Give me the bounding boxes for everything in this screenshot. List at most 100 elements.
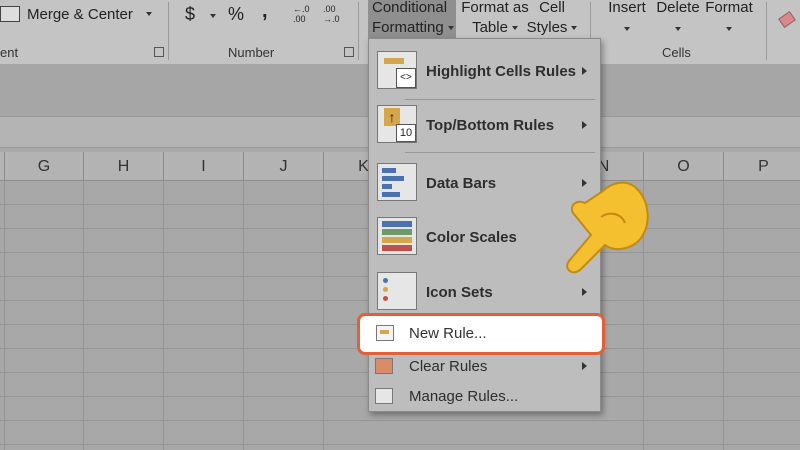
new-rule-icon-bar <box>380 330 389 334</box>
alignment-group-label: ent <box>0 45 19 60</box>
grid-line <box>83 181 84 450</box>
menu-separator <box>405 152 595 153</box>
icon-sets-icon <box>377 272 417 310</box>
cs-label-line2-text: Styles <box>526 19 568 36</box>
insert-button[interactable]: Insert <box>605 0 649 34</box>
merge-dropdown-icon[interactable] <box>146 12 152 16</box>
format-button[interactable]: Format <box>704 0 754 34</box>
fat-label-line1: Format as <box>461 0 529 16</box>
grid-line <box>4 181 5 450</box>
format-as-table-button[interactable]: Format as Table <box>460 0 530 36</box>
column-header-i[interactable]: I <box>164 152 244 180</box>
cf-dropdown-icon <box>447 26 454 31</box>
highlight-cells-label: Highlight Cells Rules <box>426 63 577 80</box>
scale-bar <box>382 221 412 227</box>
top-bottom-icon: ↑ 10 <box>377 105 417 143</box>
cf-label-line2-text: Formatting <box>372 19 444 36</box>
data-bar <box>382 176 404 181</box>
cs-dropdown-icon <box>571 26 578 31</box>
menu-item-manage-rules[interactable]: Manage Rules... <box>369 387 600 407</box>
pointing-hand-icon <box>566 181 649 274</box>
new-rule-icon <box>376 325 394 341</box>
fat-dropdown-icon <box>511 26 518 31</box>
increase-decimal-bottom: .00 <box>293 14 306 24</box>
new-rule-label: New Rule... <box>409 325 487 342</box>
submenu-arrow-icon <box>582 121 587 129</box>
delete-dropdown-icon <box>675 26 681 31</box>
format-label: Format <box>705 0 753 16</box>
column-header-j[interactable]: J <box>244 152 324 180</box>
currency-button[interactable]: $ <box>185 4 195 25</box>
column-header-p[interactable]: P <box>724 152 800 180</box>
alignment-launcher-icon[interactable] <box>154 47 164 57</box>
format-dropdown-icon <box>726 26 732 31</box>
highlight-cells-icon: <> <box>377 51 417 89</box>
icon-sets-label: Icon Sets <box>426 284 493 301</box>
data-bar <box>382 168 396 173</box>
color-scales-icon <box>377 217 417 255</box>
merge-center-icon <box>0 6 20 22</box>
icon-dot <box>383 296 388 301</box>
grid-line <box>243 181 244 450</box>
menu-item-clear-rules[interactable]: Clear Rules <box>369 357 600 377</box>
cs-label-line1: Cell <box>539 0 565 16</box>
data-bars-icon <box>377 163 417 201</box>
insert-label: Insert <box>608 0 646 16</box>
column-header-o[interactable]: O <box>644 152 724 180</box>
data-bar <box>382 184 392 189</box>
cf-label-line1: Conditional <box>372 0 448 16</box>
scale-bar <box>382 245 412 251</box>
decrease-decimal-top: .00 <box>323 4 336 14</box>
submenu-arrow-icon <box>582 288 587 296</box>
ten-icon: 10 <box>396 124 416 142</box>
scale-bar <box>382 229 412 235</box>
decrease-decimal-bottom: →.0 <box>323 14 340 24</box>
clear-rules-label: Clear Rules <box>409 358 488 375</box>
delete-label: Delete <box>656 0 700 16</box>
top-bottom-label: Top/Bottom Rules <box>426 117 555 134</box>
cells-group-label: Cells <box>662 45 691 60</box>
eraser-icon[interactable] <box>778 10 796 29</box>
cell-styles-button[interactable]: Cell Styles <box>522 0 582 36</box>
insert-dropdown-icon <box>624 26 630 31</box>
decrease-decimal-button[interactable]: .00 →.0 <box>323 4 340 24</box>
submenu-arrow-icon <box>582 67 587 75</box>
increase-decimal-button[interactable]: ←.0 .00 <box>293 4 310 24</box>
group-divider <box>358 2 359 60</box>
highlight-bar <box>384 58 404 64</box>
data-bar <box>382 192 400 197</box>
comma-style-button[interactable]: , <box>262 0 268 23</box>
column-header-g[interactable]: G <box>5 152 84 180</box>
data-bars-label: Data Bars <box>426 175 497 192</box>
grid-line <box>163 181 164 450</box>
icon-dot <box>383 278 388 283</box>
clear-rules-icon <box>375 358 393 374</box>
submenu-arrow-icon <box>582 362 587 370</box>
manage-rules-icon <box>375 388 393 404</box>
menu-item-top-bottom-rules[interactable]: ↑ 10 Top/Bottom Rules <box>369 105 600 145</box>
scale-bar <box>382 237 412 243</box>
conditional-formatting-button[interactable]: Conditional Formatting <box>368 0 456 40</box>
grid-line <box>723 181 724 450</box>
fat-label-line2: Table <box>460 19 530 36</box>
currency-dropdown-icon[interactable] <box>210 14 216 18</box>
number-group-label: Number <box>228 45 275 60</box>
group-divider <box>766 2 767 60</box>
menu-item-new-rule[interactable]: New Rule... <box>357 313 605 355</box>
icon-dot <box>383 287 388 292</box>
manage-rules-label: Manage Rules... <box>409 388 519 405</box>
menu-item-highlight-cells-rules[interactable]: <> Highlight Cells Rules <box>369 51 600 91</box>
delete-button[interactable]: Delete <box>655 0 701 34</box>
fat-label-line2-text: Table <box>472 19 508 36</box>
percent-button[interactable]: % <box>228 4 244 25</box>
compare-icon: <> <box>396 68 416 88</box>
menu-separator <box>405 99 595 100</box>
increase-decimal-top: ←.0 <box>293 4 310 14</box>
cs-label-line2: Styles <box>522 19 582 36</box>
number-launcher-icon[interactable] <box>344 47 354 57</box>
column-header-h[interactable]: H <box>84 152 164 180</box>
grid-line <box>323 181 324 450</box>
group-divider <box>168 2 169 60</box>
cf-label-line2: Formatting <box>372 19 454 36</box>
color-scales-label: Color Scales <box>426 229 517 246</box>
